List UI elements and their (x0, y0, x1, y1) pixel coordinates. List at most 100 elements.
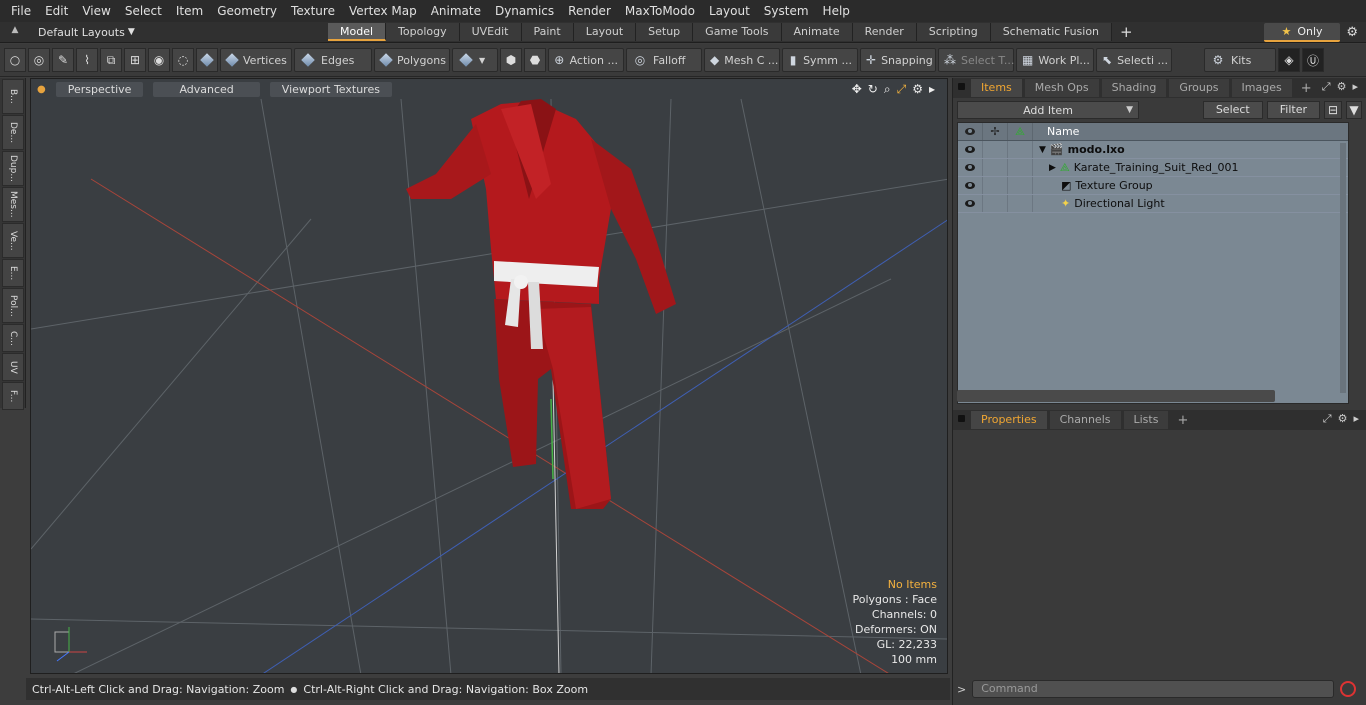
gear-icon[interactable]: ⚙ (1346, 25, 1358, 40)
grid-select-icon[interactable]: ⊞ (124, 48, 146, 72)
viewport-canvas[interactable] (31, 79, 948, 674)
maximize-viewport-icon[interactable]: ⤢ (897, 82, 907, 97)
menu-file[interactable]: File (4, 0, 38, 22)
list-item[interactable]: ▶ ⟁ Karate_Training_Suit_Red_001 (958, 159, 1348, 177)
panel-gear-icon[interactable]: ⚙ (1338, 412, 1348, 426)
tab-uvedit[interactable]: UVEdit (459, 23, 522, 41)
zoom-magnifier-icon[interactable]: ⌕ (884, 82, 891, 97)
item-list-scrollbar[interactable] (1340, 143, 1346, 393)
left-tab-curve[interactable]: C... (2, 324, 24, 352)
menu-maxtomodo[interactable]: MaxToModo (618, 0, 702, 22)
unity-icon[interactable]: ◈ (1278, 48, 1300, 72)
menu-texture[interactable]: Texture (284, 0, 342, 22)
render-sphere-icon[interactable]: ⬣ (524, 48, 546, 72)
add-panel-tab-icon[interactable]: + (1295, 81, 1318, 96)
menu-layout[interactable]: Layout (702, 0, 757, 22)
left-tab-vertex[interactable]: Ve... (2, 223, 24, 258)
viewport-settings-gear-icon[interactable]: ⚙ (912, 82, 923, 97)
tab-images[interactable]: Images (1231, 79, 1292, 97)
select-button[interactable]: Select (1202, 101, 1263, 119)
list-item[interactable]: ▼ 🎬 modo.lxo (958, 141, 1348, 159)
loop-select-icon[interactable]: ⧉ (100, 48, 122, 72)
add-item-dropdown[interactable]: Add Item ▼ (957, 101, 1139, 119)
view-mode-button[interactable]: Perspective (55, 81, 144, 97)
menu-item[interactable]: Item (169, 0, 210, 22)
list-item[interactable]: ✦ Directional Light (958, 195, 1348, 213)
left-tab-duplicate[interactable]: Dup... (2, 151, 24, 186)
tab-game-tools[interactable]: Game Tools (693, 23, 782, 41)
menu-render[interactable]: Render (561, 0, 618, 22)
panel-pin-icon[interactable] (958, 415, 965, 422)
circle-select-icon[interactable]: ○ (4, 48, 26, 72)
left-tab-polygon[interactable]: Pol... (2, 288, 24, 323)
lock-column-icon[interactable]: ✢ (983, 123, 1008, 140)
symmetry-button[interactable]: ▮ Symm ... (782, 48, 858, 72)
menu-select[interactable]: Select (118, 0, 169, 22)
ring-icon[interactable]: ◉ (148, 48, 170, 72)
command-input[interactable]: Command (972, 680, 1335, 698)
tab-topology[interactable]: Topology (386, 23, 460, 41)
menu-edit[interactable]: Edit (38, 0, 75, 22)
lasso-icon[interactable]: ◌ (172, 48, 194, 72)
collapse-up-icon[interactable]: ▲ (8, 25, 22, 39)
tab-render[interactable]: Render (852, 23, 917, 41)
expand-triangle-icon[interactable]: ▼ (1039, 145, 1046, 155)
expand-arrow-icon[interactable]: ▶ (1049, 163, 1056, 173)
add-panel-tab-icon[interactable]: + (1171, 413, 1194, 428)
eye-icon[interactable] (958, 159, 983, 176)
viewport-expand-arrow-icon[interactable]: ▸ (929, 82, 935, 97)
left-tab-uv[interactable]: UV (2, 353, 24, 381)
eye-icon[interactable] (958, 141, 983, 158)
panel-pin-icon[interactable] (958, 83, 965, 90)
eye-icon[interactable] (958, 177, 983, 194)
3d-viewport[interactable]: ● Perspective Advanced Viewport Textures… (30, 78, 948, 674)
command-history-icon[interactable] (1340, 681, 1357, 697)
eye-icon[interactable] (958, 195, 983, 212)
tab-layout[interactable]: Layout (573, 23, 637, 41)
tab-shading[interactable]: Shading (1101, 79, 1167, 97)
panel-expand-icon[interactable]: ⤢ (1322, 80, 1331, 94)
symmetry-sphere-icon[interactable]: ⬢ (500, 48, 522, 72)
left-tab-deform[interactable]: De... (2, 115, 24, 150)
left-tab-edge[interactable]: E... (2, 259, 24, 287)
panel-expand-icon[interactable]: ⤢ (1323, 412, 1332, 426)
tab-items[interactable]: Items (971, 79, 1022, 97)
unreal-icon[interactable]: Ⓤ (1302, 48, 1324, 72)
tab-channels[interactable]: Channels (1049, 411, 1121, 429)
item-mode-icon[interactable] (196, 48, 218, 72)
shading-mode-button[interactable]: Advanced (153, 81, 260, 97)
menu-vertex-map[interactable]: Vertex Map (342, 0, 424, 22)
work-plane-button[interactable]: ▦ Work Pl... (1016, 48, 1094, 72)
polygons-button[interactable]: Polygons (374, 48, 450, 72)
falloff-button[interactable]: ◎ Falloff (626, 48, 702, 72)
menu-system[interactable]: System (757, 0, 816, 22)
tab-animate[interactable]: Animate (781, 23, 853, 41)
menu-animate[interactable]: Animate (424, 0, 488, 22)
menu-geometry[interactable]: Geometry (210, 0, 284, 22)
mesh-constraints-button[interactable]: ◆ Mesh C ... (704, 48, 780, 72)
visibility-column-eye-icon[interactable] (958, 123, 983, 140)
default-layouts-dropdown[interactable]: ▲ Default Layouts ▼ (8, 25, 328, 39)
left-tab-fusion[interactable]: F... (2, 382, 24, 410)
list-item[interactable]: ◩ Texture Group (958, 177, 1348, 195)
name-column-header[interactable]: Name (1033, 125, 1079, 138)
panel-gear-icon[interactable]: ⚙ (1337, 80, 1347, 94)
menu-help[interactable]: Help (816, 0, 857, 22)
tab-model[interactable]: Model (328, 23, 387, 41)
filter-button[interactable]: Filter (1266, 101, 1320, 119)
type-column-icon[interactable]: ⟁ (1008, 123, 1033, 140)
material-mode-button[interactable]: ▼ (452, 48, 498, 72)
left-tab-mesh-edit[interactable]: Mes... (2, 187, 24, 222)
rotate-icon[interactable]: ↻ (868, 82, 878, 97)
panel-menu-icon[interactable]: ▸ (1353, 412, 1359, 426)
kits-button[interactable]: ⚙ Kits (1204, 48, 1276, 72)
edges-button[interactable]: Edges (294, 48, 372, 72)
pan-move-icon[interactable]: ✥ (852, 82, 862, 97)
panel-menu-icon[interactable]: ▸ (1352, 80, 1358, 94)
tab-mesh-ops[interactable]: Mesh Ops (1024, 79, 1099, 97)
tab-scripting[interactable]: Scripting (916, 23, 991, 41)
selection-sets-button[interactable]: ⬉ Selecti ... (1096, 48, 1172, 72)
item-list-horizontal-scrollbar[interactable] (957, 390, 1275, 402)
tab-lists[interactable]: Lists (1123, 411, 1169, 429)
select-through-button[interactable]: ⁂ Select T... (938, 48, 1014, 72)
